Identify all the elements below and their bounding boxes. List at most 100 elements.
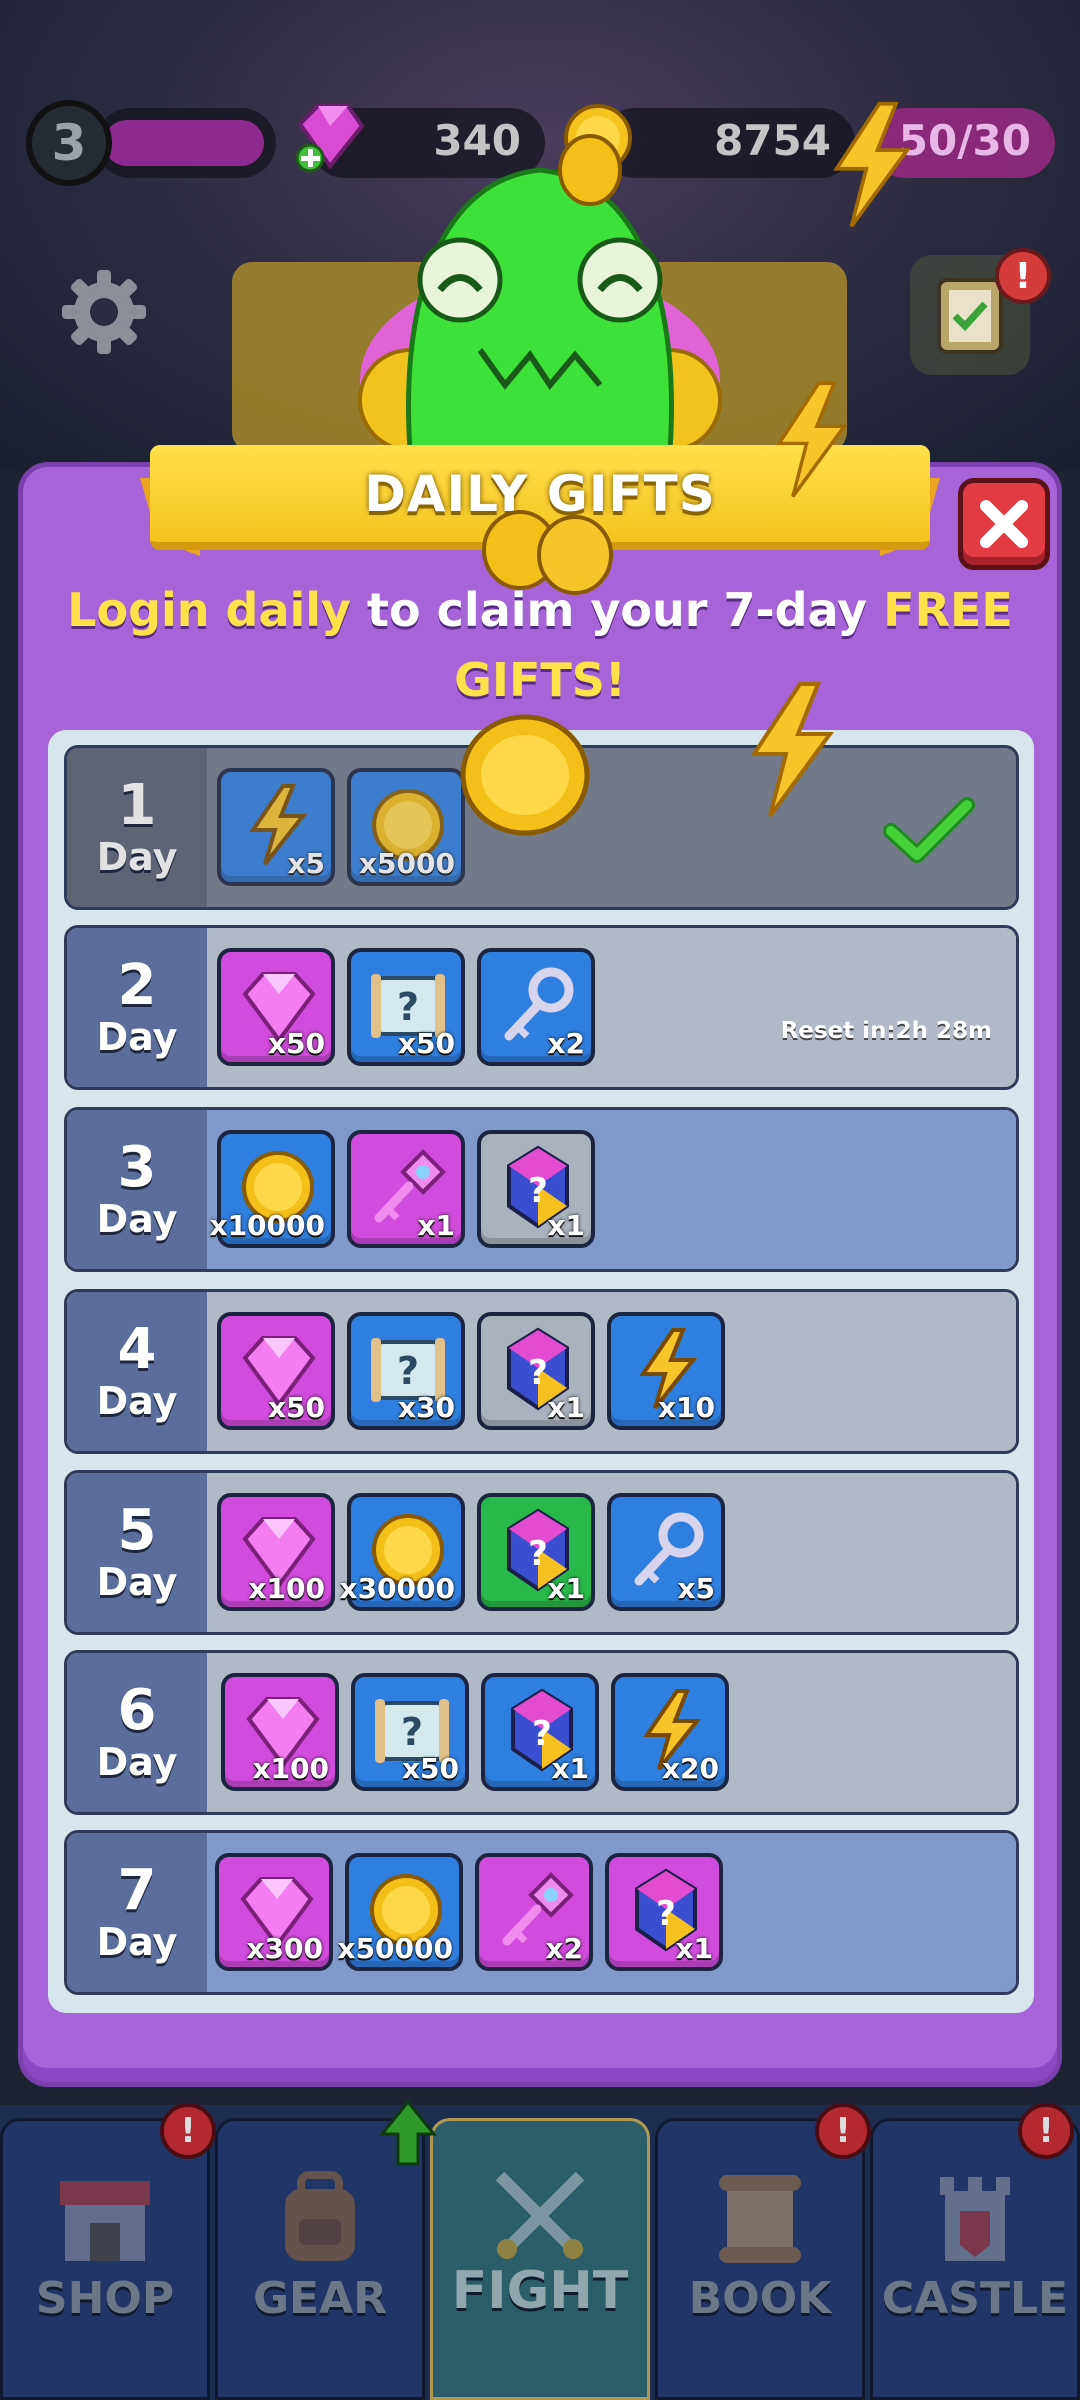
reward-item[interactable]: x100: [221, 1673, 339, 1791]
gear-icon: [62, 270, 146, 354]
reward-item[interactable]: x10000: [210, 1130, 335, 1248]
reward-item[interactable]: ? x1: [477, 1130, 595, 1248]
day-label-box: 7 Day: [67, 1833, 207, 1992]
up-arrow-icon: [378, 2099, 438, 2166]
day-number: 4: [117, 1316, 157, 1382]
nav-tab-castle[interactable]: CASTLE: [870, 2118, 1080, 2400]
reward-quantity: x50: [267, 1391, 325, 1424]
day-row-5[interactable]: 5 Day x100 x30000 ? x1 x5: [64, 1470, 1019, 1635]
day-label-box: 4 Day: [67, 1292, 207, 1451]
reward-item[interactable]: x20: [611, 1673, 729, 1791]
close-icon: [980, 500, 1028, 548]
shop-alert-badge: !: [160, 2103, 216, 2159]
reward-item[interactable]: x1: [347, 1130, 465, 1248]
reward-quantity: x50: [401, 1752, 459, 1785]
reward-item[interactable]: x2: [475, 1853, 593, 1971]
flying-bolt-effect: [750, 682, 834, 818]
day-label: Day: [96, 1014, 178, 1059]
svg-text:?: ?: [397, 985, 419, 1029]
reward-item[interactable]: x10: [607, 1312, 725, 1430]
nav-tab-shop[interactable]: SHOP: [0, 2118, 210, 2400]
reward-quantity: x1: [675, 1932, 713, 1965]
reward-item[interactable]: x50000: [338, 1853, 463, 1971]
reward-item[interactable]: x5: [607, 1493, 725, 1611]
flying-coins-effect: [482, 510, 613, 595]
close-button[interactable]: [958, 478, 1050, 570]
day-label-box: 3 Day: [67, 1110, 207, 1269]
day-label: Day: [96, 1559, 178, 1604]
svg-text:?: ?: [656, 1894, 676, 1934]
reward-item[interactable]: x300: [215, 1853, 333, 1971]
reward-quantity: x5: [677, 1572, 715, 1605]
day-label-box: 1 Day: [67, 748, 207, 907]
dialog-subtitle: Login daily to claim your 7-day FREE GIF…: [60, 575, 1020, 715]
reward-quantity: x50: [397, 1027, 455, 1060]
nav-tab-book[interactable]: BOOK: [655, 2118, 865, 2400]
player-level-badge: 3: [26, 100, 112, 186]
day-number: 1: [117, 772, 157, 838]
reward-item[interactable]: ? x30: [347, 1312, 465, 1430]
reward-item[interactable]: x50: [217, 1312, 335, 1430]
day-row-3[interactable]: 3 Day x10000 x1 ? x1: [64, 1107, 1019, 1272]
day-label-box: 2 Day: [67, 928, 207, 1087]
reward-item[interactable]: ? x1: [477, 1493, 595, 1611]
day-label-box: 6 Day: [67, 1653, 207, 1812]
xp-bar: [96, 108, 276, 178]
nav-label-gear: GEAR: [252, 2273, 388, 2324]
day-number: 6: [117, 1677, 157, 1743]
day-rewards: x5 x5000: [207, 748, 1016, 907]
reward-quantity: x10: [657, 1391, 715, 1424]
day-number: 3: [117, 1134, 157, 1200]
reward-item[interactable]: x5: [217, 768, 335, 886]
reward-quantity: x1: [547, 1391, 585, 1424]
reward-quantity: x1: [547, 1572, 585, 1605]
day-row-2[interactable]: 2 Day x50 ? x50 x2 Reset in:2h 28m: [64, 925, 1019, 1090]
reward-quantity: x100: [248, 1572, 325, 1605]
reward-quantity: x1: [547, 1209, 585, 1242]
reward-item[interactable]: x30000: [340, 1493, 465, 1611]
reward-item[interactable]: ? x1: [481, 1673, 599, 1791]
xp-bar-fill: [104, 120, 264, 166]
reward-quantity: x5000: [359, 847, 455, 880]
day-row-6[interactable]: 6 Day x100 ? x50 ? x1 x20: [64, 1650, 1019, 1815]
reward-quantity: x50: [267, 1027, 325, 1060]
reward-item[interactable]: x2: [477, 948, 595, 1066]
shop-icon: [60, 2181, 150, 2261]
reset-timer: Reset in:2h 28m: [780, 1018, 992, 1044]
reward-item[interactable]: ? x1: [477, 1312, 595, 1430]
reward-quantity: x2: [547, 1027, 585, 1060]
day-label: Day: [96, 1919, 178, 1964]
reward-item[interactable]: x5000: [347, 768, 465, 886]
svg-text:?: ?: [532, 1714, 552, 1754]
day-row-4[interactable]: 4 Day x50 ? x30 ? x1 x10: [64, 1289, 1019, 1454]
reward-item[interactable]: ? x50: [347, 948, 465, 1066]
day-row-7[interactable]: 7 Day x300 x50000 x2 ? x1: [64, 1830, 1019, 1995]
nav-tab-fight[interactable]: FIGHT: [430, 2118, 650, 2400]
subtitle-highlight-login: Login daily: [67, 583, 352, 637]
reward-quantity: x2: [545, 1932, 583, 1965]
reward-quantity: x1: [417, 1209, 455, 1242]
day-rewards: x10000 x1 ? x1: [207, 1110, 1016, 1269]
day-label: Day: [96, 834, 178, 879]
nav-label-shop: SHOP: [35, 2273, 175, 2324]
day-label-box: 5 Day: [67, 1473, 207, 1632]
reward-quantity: x30: [397, 1391, 455, 1424]
nav-label-castle: CASTLE: [881, 2273, 1069, 2324]
reward-item[interactable]: ? x1: [605, 1853, 723, 1971]
flying-coin-effect: [460, 714, 590, 836]
svg-text:?: ?: [528, 1353, 548, 1393]
reward-quantity: x300: [246, 1932, 323, 1965]
day-rewards: x100 x30000 ? x1 x5: [207, 1473, 1016, 1632]
nav-label-fight: FIGHT: [451, 2261, 629, 2321]
reward-quantity: x5: [287, 847, 325, 880]
reward-item[interactable]: ? x50: [351, 1673, 469, 1791]
reward-item[interactable]: x100: [217, 1493, 335, 1611]
flying-coin-effect: [558, 134, 622, 206]
reward-item[interactable]: x50: [217, 948, 335, 1066]
svg-text:?: ?: [397, 1349, 419, 1393]
day-number: 2: [117, 952, 157, 1018]
day-rewards: x300 x50000 x2 ? x1: [207, 1833, 1016, 1992]
day-label: Day: [96, 1196, 178, 1241]
settings-button[interactable]: [44, 252, 164, 372]
book-alert-badge: !: [815, 2103, 871, 2159]
